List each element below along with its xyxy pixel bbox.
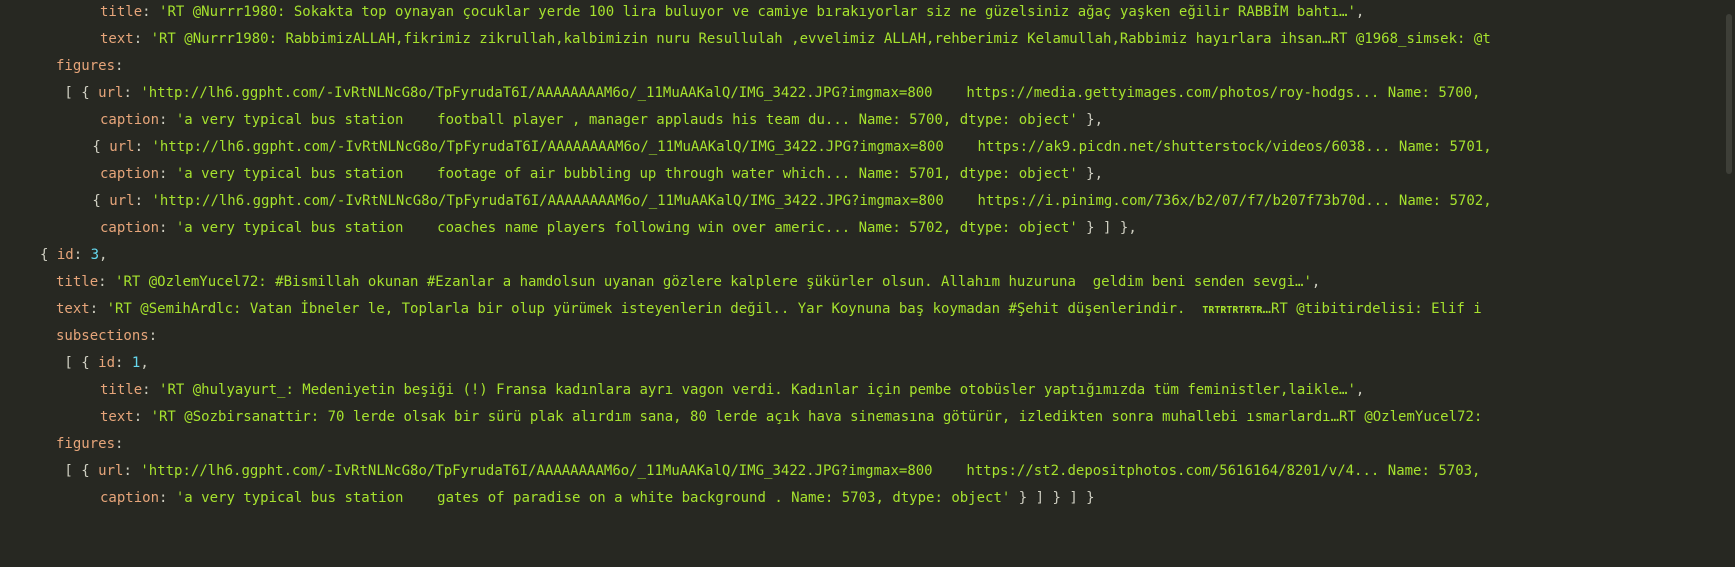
code-punctuation: : (115, 355, 132, 371)
code-punctuation: : (133, 31, 151, 47)
code-string: 'RT @Sozbirsanattir: 70 lerde olsak bir … (150, 409, 1483, 425)
code-punctuation: : (115, 58, 124, 74)
code-string: 'http://lh6.ggpht.com/-IvRtNLNcG8o/TpFyr… (151, 193, 1492, 209)
code-punctuation: , (99, 247, 108, 263)
code-punctuation: [ { (56, 85, 99, 101)
code-key: text (100, 31, 134, 47)
code-key: url (98, 463, 124, 479)
code-string: 'RT @Nurrr1980: Sokakta top oynayan çocu… (159, 4, 1356, 20)
notebook-output-area: title: 'RT @Nurrr1980: Sokakta top oynay… (0, 0, 1708, 567)
code-key: id (98, 355, 116, 371)
code-punctuation: : (159, 112, 176, 128)
code-line: caption: 'a very typical bus station foo… (100, 110, 1103, 130)
code-string: 'a very typical bus station footage of a… (175, 166, 1078, 182)
code-key: title (100, 382, 143, 398)
code-line: caption: 'a very typical bus station foo… (100, 164, 1103, 184)
code-punctuation: : (123, 85, 141, 101)
code-string: 'RT @Nurrr1980: RabbimizALLAH,fikrimiz z… (150, 31, 1491, 47)
code-key: caption (100, 112, 160, 128)
code-key: figures (56, 436, 116, 452)
code-string: 'a very typical bus station gates of par… (175, 490, 1011, 506)
code-punctuation: : (73, 247, 91, 263)
code-punctuation: : (159, 490, 176, 506)
code-line: text: 'RT @Sozbirsanattir: 70 lerde olsa… (100, 407, 1482, 427)
code-punctuation: } ] } ] } (1010, 490, 1095, 506)
code-punctuation: , (140, 355, 149, 371)
code-key: url (109, 193, 135, 209)
code-line: caption: 'a very typical bus station gat… (100, 488, 1095, 508)
code-punctuation: : (148, 328, 158, 344)
code-key: id (56, 247, 74, 263)
code-line: title: 'RT @OzlemYucel72: #Bismillah oku… (56, 272, 1320, 292)
code-key: url (98, 85, 124, 101)
code-line: figures: (56, 56, 123, 76)
code-string: 'http://lh6.ggpht.com/-IvRtNLNcG8o/TpFyr… (151, 139, 1492, 155)
code-key: text (56, 301, 90, 317)
code-punctuation: , (1355, 382, 1365, 398)
code-key: caption (100, 220, 160, 236)
code-punctuation: , (1355, 4, 1365, 20)
code-line: { url: 'http://lh6.ggpht.com/-IvRtNLNcG8… (84, 191, 1492, 211)
code-key: subsections (56, 328, 149, 344)
code-punctuation: : (142, 382, 160, 398)
code-punctuation: } ] }, (1077, 220, 1137, 236)
code-line: title: 'RT @hulyayurt_: Medeniyetin beşi… (100, 380, 1364, 400)
code-punctuation: : (159, 166, 176, 182)
code-punctuation: [ { (56, 355, 99, 371)
code-punctuation: : (89, 301, 107, 317)
code-punctuation: : (134, 193, 152, 209)
code-line: caption: 'a very typical bus station coa… (100, 218, 1137, 238)
code-line: figures: (56, 434, 123, 454)
code-string: 'RT @SemihArdlc: Vatan İbneler le, Topla… (106, 301, 1203, 317)
code-line: [ { id: 1, (56, 353, 149, 373)
code-string: 'http://lh6.ggpht.com/-IvRtNLNcG8o/TpFyr… (140, 463, 1481, 479)
code-punctuation: [ { (56, 463, 99, 479)
code-string: …RT @tibitirdelisi: Elif i (1262, 301, 1482, 317)
code-key: url (109, 139, 135, 155)
code-line: { id: 3, (40, 245, 107, 265)
code-punctuation: : (133, 409, 151, 425)
vertical-scrollbar[interactable] (1718, 0, 1735, 567)
code-punctuation: { (40, 247, 57, 263)
code-line: [ { url: 'http://lh6.ggpht.com/-IvRtNLNc… (56, 461, 1480, 481)
code-punctuation: { (84, 193, 110, 209)
code-punctuation: }, (1077, 112, 1104, 128)
code-string: 'a very typical bus station coaches name… (175, 220, 1078, 236)
code-string: 'http://lh6.ggpht.com/-IvRtNLNcG8o/TpFyr… (140, 85, 1481, 101)
code-punctuation: , (1311, 274, 1321, 290)
code-key: title (56, 274, 99, 290)
code-line: [ { url: 'http://lh6.ggpht.com/-IvRtNLNc… (56, 83, 1480, 103)
code-punctuation: : (142, 4, 160, 20)
code-punctuation: : (159, 220, 176, 236)
code-key: figures (56, 58, 116, 74)
code-string-small: TRTRTRTRTR (1202, 305, 1263, 316)
code-punctuation: : (134, 139, 152, 155)
code-line: text: 'RT @SemihArdlc: Vatan İbneler le,… (56, 299, 1482, 319)
code-key: title (100, 4, 143, 20)
code-line: text: 'RT @Nurrr1980: RabbimizALLAH,fikr… (100, 29, 1491, 49)
code-punctuation: : (115, 436, 124, 452)
code-punctuation: { (84, 139, 110, 155)
code-string: 'a very typical bus station football pla… (175, 112, 1078, 128)
code-string: 'RT @OzlemYucel72: #Bismillah okunan #Ez… (115, 274, 1312, 290)
scrollbar-thumb[interactable] (1726, 14, 1732, 174)
code-key: caption (100, 490, 160, 506)
code-line: subsections: (56, 326, 157, 346)
code-line: { url: 'http://lh6.ggpht.com/-IvRtNLNcG8… (84, 137, 1492, 157)
code-punctuation: }, (1077, 166, 1104, 182)
code-string: 'RT @hulyayurt_: Medeniyetin beşiği (!) … (159, 382, 1356, 398)
code-punctuation: : (98, 274, 116, 290)
code-key: caption (100, 166, 160, 182)
code-number: 3 (90, 247, 100, 263)
code-line: title: 'RT @Nurrr1980: Sokakta top oynay… (100, 2, 1364, 22)
code-key: text (100, 409, 134, 425)
code-punctuation: : (123, 463, 141, 479)
